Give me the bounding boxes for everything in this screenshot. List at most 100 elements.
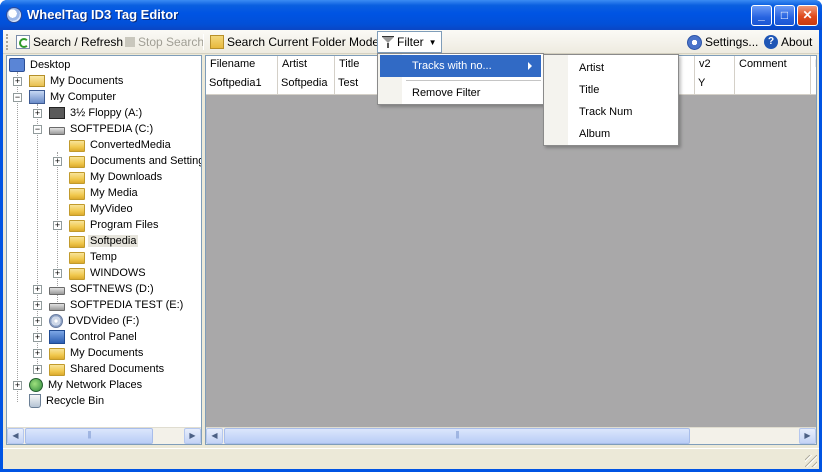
tree-item-softnews-d[interactable]: SOFTNEWS (D:): [49, 281, 156, 297]
tree-item-shared-documents[interactable]: Shared Documents: [49, 361, 166, 377]
about-label: About: [781, 35, 813, 49]
column-header-extra[interactable]: E: [811, 56, 816, 73]
toolbar-grip[interactable]: [6, 34, 9, 50]
tag-list[interactable]: Filename Artist Title v2 Comment E Softp…: [205, 55, 817, 445]
tree-item-control-panel[interactable]: Control Panel: [49, 329, 139, 345]
cell-v2[interactable]: Y: [695, 73, 735, 95]
expand-toggle[interactable]: +: [33, 109, 42, 118]
tree-item-temp[interactable]: Temp: [69, 249, 119, 265]
cell-artist[interactable]: Softpedia: [278, 73, 335, 95]
tree-item-desktop[interactable]: Desktop: [9, 57, 72, 73]
tree-item-softpedia[interactable]: Softpedia: [69, 233, 139, 249]
expand-toggle[interactable]: +: [33, 365, 42, 374]
expand-toggle[interactable]: +: [33, 333, 42, 342]
computer-icon: [29, 90, 45, 104]
tree-item-myvideo[interactable]: MyVideo: [69, 201, 135, 217]
search-refresh-button[interactable]: Search / Refresh: [12, 32, 127, 52]
minimize-button[interactable]: _: [751, 5, 772, 26]
filter-menu: Tracks with no... Remove Filter: [377, 53, 544, 105]
scroll-right-button[interactable]: ▶: [184, 428, 201, 444]
expand-toggle[interactable]: +: [33, 317, 42, 326]
menu-item-label: Tracks with no...: [412, 60, 492, 72]
submenu-item-track-num[interactable]: Track Num: [546, 101, 676, 123]
tree-item-my-computer[interactable]: My Computer: [29, 89, 118, 105]
resize-grip[interactable]: [805, 455, 817, 467]
expand-toggle[interactable]: +: [53, 269, 62, 278]
tree-item-my-documents[interactable]: My Documents: [29, 73, 125, 89]
expand-toggle[interactable]: +: [33, 285, 42, 294]
settings-button[interactable]: Settings...: [683, 32, 762, 52]
collapse-toggle[interactable]: −: [13, 93, 22, 102]
status-bar: [3, 448, 819, 469]
close-button[interactable]: ✕: [797, 5, 818, 26]
tree-label: Softpedia: [88, 235, 139, 247]
search-current-folder-mode-button[interactable]: Search Current Folder Mode ▼: [206, 32, 396, 52]
folder-tree[interactable]: Desktop + My Documents − My Computer + 3…: [6, 55, 202, 445]
submenu-item-title[interactable]: Title: [546, 79, 676, 101]
scroll-left-button[interactable]: ◀: [206, 428, 223, 444]
scroll-left-button[interactable]: ◀: [7, 428, 24, 444]
folder-icon: [49, 363, 65, 376]
submenu-item-album[interactable]: Album: [546, 123, 676, 145]
chevron-down-icon: ▼: [428, 37, 437, 47]
tree-label: My Documents: [70, 347, 144, 359]
tree-label: My Computer: [50, 91, 117, 103]
tree-item-floppy[interactable]: 3½ Floppy (A:): [49, 105, 144, 121]
tree-item-dvdvideo-f[interactable]: DVDVideo (F:): [49, 313, 141, 329]
tree-item-documents-and-settings[interactable]: Documents and Setting: [69, 153, 202, 169]
filter-button[interactable]: Filter ▼: [377, 31, 442, 53]
folder-icon: [69, 155, 85, 168]
tree-item-windows[interactable]: WINDOWS: [69, 265, 148, 281]
list-horizontal-scrollbar[interactable]: ◀ ▶: [206, 427, 816, 444]
column-header-artist[interactable]: Artist: [278, 56, 335, 73]
cell-extra[interactable]: [811, 73, 816, 95]
column-header-filename[interactable]: Filename: [206, 56, 278, 73]
expand-toggle[interactable]: +: [13, 381, 22, 390]
cell-comment[interactable]: [735, 73, 811, 95]
folder-search-icon: [210, 35, 224, 49]
tree-item-program-files[interactable]: Program Files: [69, 217, 160, 233]
desktop-icon: [9, 58, 25, 72]
tree-item-my-network-places[interactable]: My Network Places: [29, 377, 144, 393]
tree-item-softpedia-test-e[interactable]: SOFTPEDIA TEST (E:): [49, 297, 185, 313]
tree-label: SOFTPEDIA (C:): [70, 123, 154, 135]
tree-item-my-media[interactable]: My Media: [69, 185, 140, 201]
settings-label: Settings...: [705, 35, 759, 49]
menu-item-remove-filter[interactable]: Remove Filter: [380, 82, 541, 104]
collapse-toggle[interactable]: −: [33, 125, 42, 134]
folder-icon: [69, 171, 85, 184]
title-bar[interactable]: WheelTag ID3 Tag Editor _ □ ✕: [0, 0, 822, 30]
expand-toggle[interactable]: +: [13, 77, 22, 86]
tree-item-my-downloads[interactable]: My Downloads: [69, 169, 164, 185]
expand-toggle[interactable]: +: [53, 221, 62, 230]
menu-item-label: Album: [579, 128, 611, 140]
submenu-item-artist[interactable]: Artist: [546, 57, 676, 79]
expand-toggle[interactable]: +: [53, 157, 62, 166]
tracks-with-no-submenu: Artist Title Track Num Album: [543, 54, 679, 146]
app-icon[interactable]: [6, 7, 22, 23]
column-header-comment[interactable]: Comment: [735, 56, 811, 73]
tree-item-my-documents-2[interactable]: My Documents: [49, 345, 145, 361]
cell-filename[interactable]: Softpedia1: [206, 73, 278, 95]
scroll-thumb[interactable]: [25, 428, 153, 444]
menu-item-label: Title: [579, 84, 600, 96]
maximize-button[interactable]: □: [774, 5, 795, 26]
stop-search-button[interactable]: Stop Search: [121, 32, 208, 52]
about-button[interactable]: ? About: [760, 32, 816, 52]
expand-toggle[interactable]: +: [33, 349, 42, 358]
tree-label: Desktop: [30, 59, 71, 71]
tree-item-recycle-bin[interactable]: Recycle Bin: [29, 393, 106, 409]
tree-item-converted-media[interactable]: ConvertedMedia: [69, 137, 173, 153]
folder-icon: [69, 235, 85, 248]
tree-label: ConvertedMedia: [90, 139, 171, 151]
search-refresh-label: Search / Refresh: [33, 35, 124, 49]
menu-item-tracks-with-no[interactable]: Tracks with no...: [380, 55, 541, 77]
scroll-right-button[interactable]: ▶: [799, 428, 816, 444]
tree-label: Documents and Setting: [90, 155, 202, 167]
column-header-v2[interactable]: v2: [695, 56, 735, 73]
expand-toggle[interactable]: +: [33, 301, 42, 310]
tree-horizontal-scrollbar[interactable]: ◀ ▶: [7, 427, 201, 444]
tree-item-softpedia-c[interactable]: SOFTPEDIA (C:): [49, 121, 155, 137]
tree-label: My Media: [90, 187, 138, 199]
scroll-thumb[interactable]: [224, 428, 690, 444]
